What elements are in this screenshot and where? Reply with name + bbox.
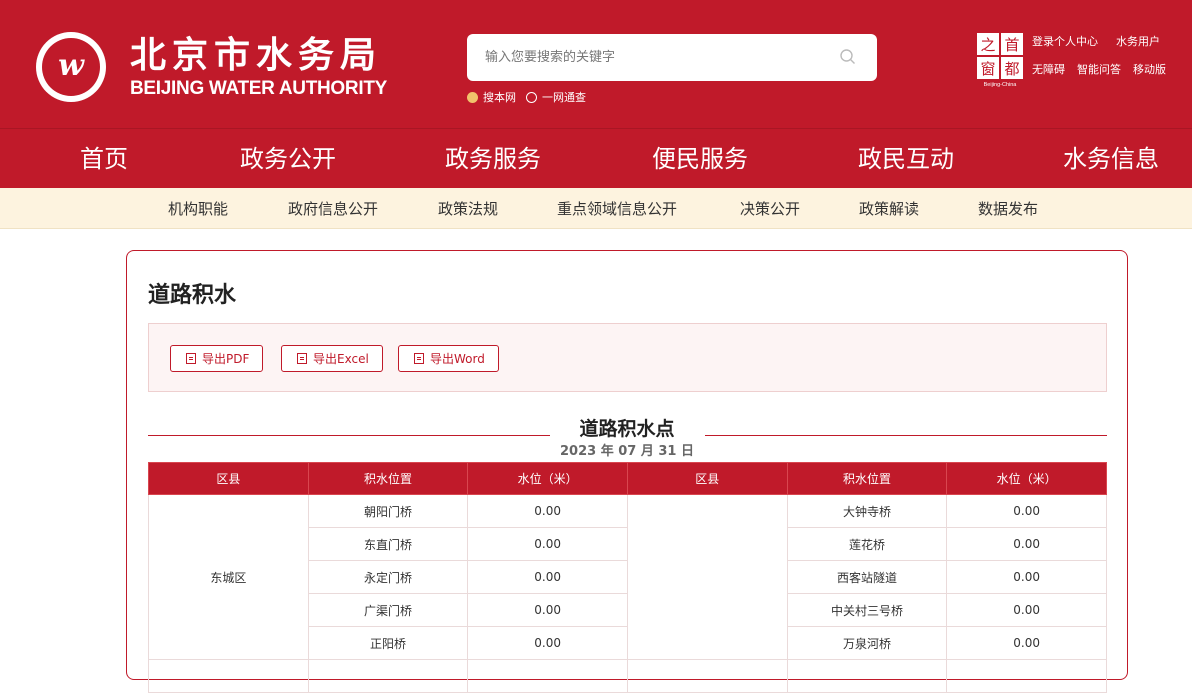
- nav-interaction[interactable]: 政民互动: [858, 144, 954, 174]
- site-name-cn[interactable]: 北京市水务局: [130, 34, 382, 78]
- svg-text:都: 都: [1004, 60, 1019, 78]
- smart-qa-link[interactable]: 智能问答: [1077, 62, 1121, 78]
- level-cell: [467, 659, 628, 693]
- radio-unselected-icon: [526, 91, 537, 103]
- export-excel-button[interactable]: 导出Excel: [281, 345, 383, 372]
- location-cell: 大钟寺桥: [786, 494, 948, 528]
- subnav-key-areas[interactable]: 重点领域信息公开: [557, 199, 677, 219]
- level-cell: [946, 659, 1107, 693]
- location-cell: [307, 659, 469, 693]
- table-row: 东城区 朝阳门桥 0.00 大钟寺桥 0.00: [148, 494, 1107, 660]
- district-cell: [626, 659, 788, 693]
- main-nav: 首页 政务公开 政务服务 便民服务 政民互动 水务信息: [0, 128, 1192, 188]
- page-title: 道路积水: [148, 283, 237, 308]
- location-cell: 万泉河桥: [786, 626, 948, 660]
- document-icon: [414, 353, 424, 364]
- capital-window-logo[interactable]: 之 首 窗 都 Beijing-China: [976, 32, 1024, 88]
- location-cell: 朝阳门桥: [307, 494, 469, 528]
- level-cell: 0.00: [946, 560, 1107, 594]
- location-cell: 中关村三号桥: [786, 593, 948, 627]
- level-cell: 0.00: [946, 527, 1107, 561]
- col-district: 区县: [148, 462, 309, 495]
- table-row: [148, 659, 1107, 693]
- document-icon: [297, 353, 307, 364]
- level-cell: 0.00: [467, 593, 628, 627]
- waterlogging-table: 区县 积水位置 水位（米） 区县 积水位置 水位（米） 东城区 朝阳门桥 0.0…: [148, 462, 1107, 693]
- district-cell: [148, 659, 309, 693]
- location-cell: 永定门桥: [307, 560, 469, 594]
- level-cell: 0.00: [946, 593, 1107, 627]
- location-cell: [786, 659, 948, 693]
- export-word-button[interactable]: 导出Word: [398, 345, 499, 372]
- radio-selected-icon: [467, 91, 478, 103]
- report-date: 2023 年 07 月 31 日: [560, 444, 694, 459]
- document-icon: [186, 353, 196, 364]
- svg-text:首: 首: [1004, 36, 1019, 54]
- scope-this-site[interactable]: 搜本网: [467, 89, 516, 105]
- location-cell: 莲花桥: [786, 527, 948, 561]
- water-user-link[interactable]: 水务用户: [1116, 34, 1160, 50]
- subnav-policy-interpretation[interactable]: 政策解读: [859, 199, 919, 219]
- search-box: [467, 34, 877, 81]
- svg-text:Beijing-China: Beijing-China: [984, 82, 1018, 88]
- district-cell: [626, 494, 788, 660]
- col-water-level: 水位（米）: [946, 462, 1107, 495]
- search-input[interactable]: [485, 34, 825, 81]
- report-title: 道路积水点: [579, 418, 675, 440]
- subnav-decisions[interactable]: 决策公开: [740, 199, 800, 219]
- top-links: 登录个人中心 水务用户 无障碍 智能问答 移动版: [1032, 34, 1178, 78]
- district-cell: 东城区: [148, 494, 309, 660]
- svg-text:之: 之: [980, 36, 995, 54]
- col-district: 区县: [626, 462, 788, 495]
- nav-public-services[interactable]: 便民服务: [652, 144, 748, 174]
- scope-all-sites[interactable]: 一网通查: [526, 89, 586, 105]
- site-logo-icon[interactable]: w: [36, 32, 106, 102]
- export-pdf-button[interactable]: 导出PDF: [170, 345, 264, 372]
- sub-nav: 机构职能 政府信息公开 政策法规 重点领域信息公开 决策公开 政策解读 数据发布: [0, 188, 1192, 229]
- search-scope: 搜本网 一网通查: [467, 89, 596, 105]
- site-name-en: BEIJING WATER AUTHORITY: [130, 78, 387, 99]
- nav-home[interactable]: 首页: [80, 144, 128, 174]
- subnav-info-disclosure[interactable]: 政府信息公开: [288, 199, 378, 219]
- nav-gov-services[interactable]: 政务服务: [445, 144, 541, 174]
- search-icon[interactable]: [839, 48, 857, 66]
- col-water-level: 水位（米）: [467, 462, 628, 495]
- col-location: 积水位置: [307, 462, 469, 495]
- svg-text:窗: 窗: [980, 60, 995, 78]
- subnav-functions[interactable]: 机构职能: [168, 199, 228, 219]
- location-cell: 西客站隧道: [786, 560, 948, 594]
- subnav-policies[interactable]: 政策法规: [438, 199, 498, 219]
- level-cell: 0.00: [467, 494, 628, 528]
- level-cell: 0.00: [467, 560, 628, 594]
- location-cell: 正阳桥: [307, 626, 469, 660]
- level-cell: 0.00: [467, 527, 628, 561]
- nav-gov-affairs-open[interactable]: 政务公开: [240, 144, 336, 174]
- level-cell: 0.00: [946, 626, 1107, 660]
- level-cell: 0.00: [467, 626, 628, 660]
- mobile-link[interactable]: 移动版: [1133, 62, 1166, 78]
- export-toolbar: 导出PDF 导出Excel 导出Word: [148, 323, 1107, 392]
- subnav-data-release[interactable]: 数据发布: [978, 199, 1038, 219]
- col-location: 积水位置: [786, 462, 948, 495]
- content-panel: 道路积水 导出PDF 导出Excel 导出Word 道路积水点 2023 年 0…: [126, 250, 1128, 693]
- table-header-row: 区县 积水位置 水位（米） 区县 积水位置 水位（米）: [148, 462, 1107, 495]
- location-cell: 广渠门桥: [307, 593, 469, 627]
- site-header: w 北京市水务局 BEIJING WATER AUTHORITY 搜本网 一网通…: [0, 0, 1192, 128]
- accessibility-link[interactable]: 无障碍: [1032, 62, 1065, 78]
- nav-water-info[interactable]: 水务信息: [1063, 144, 1159, 174]
- level-cell: 0.00: [946, 494, 1107, 528]
- login-link[interactable]: 登录个人中心: [1032, 34, 1098, 50]
- location-cell: 东直门桥: [307, 527, 469, 561]
